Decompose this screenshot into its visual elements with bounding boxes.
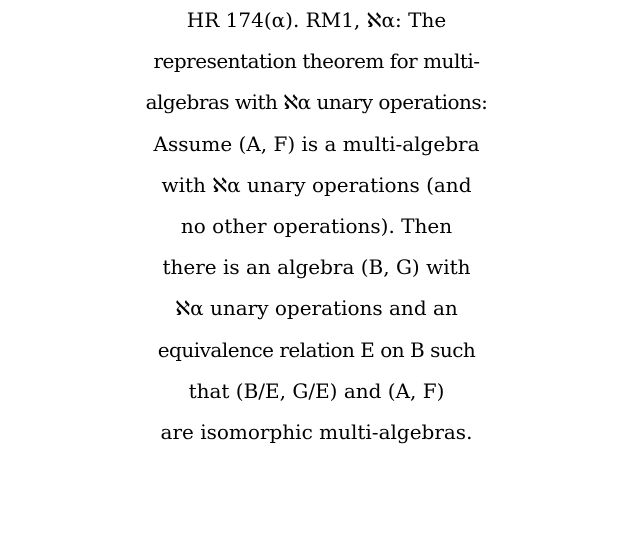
text-line-6: no other operations). Then — [180, 214, 453, 239]
text-line-10: that (B/E, G/E) and (A, F) — [188, 378, 445, 403]
text-line-2: representation theorem for multi- — [153, 49, 480, 74]
text-line-8: ℵα unary operations and an — [175, 296, 458, 321]
document-text-block: HR 174(α). RM1, ℵα: The representation t… — [0, 0, 633, 538]
text-line-11: are isomorphic multi-algebras. — [160, 420, 473, 445]
text-line-3: algebras with ℵα unary operations: — [145, 90, 488, 115]
text-line-9: equivalence relation E on B such — [157, 337, 476, 362]
text-line-7: there is an algebra (B, G) with — [162, 255, 471, 280]
text-line-1: HR 174(α). RM1, ℵα: The — [186, 8, 447, 32]
text-line-4: Assume (A, F) is a multi-algebra — [153, 131, 480, 156]
text-line-5: with ℵα unary operations (and — [161, 172, 472, 197]
